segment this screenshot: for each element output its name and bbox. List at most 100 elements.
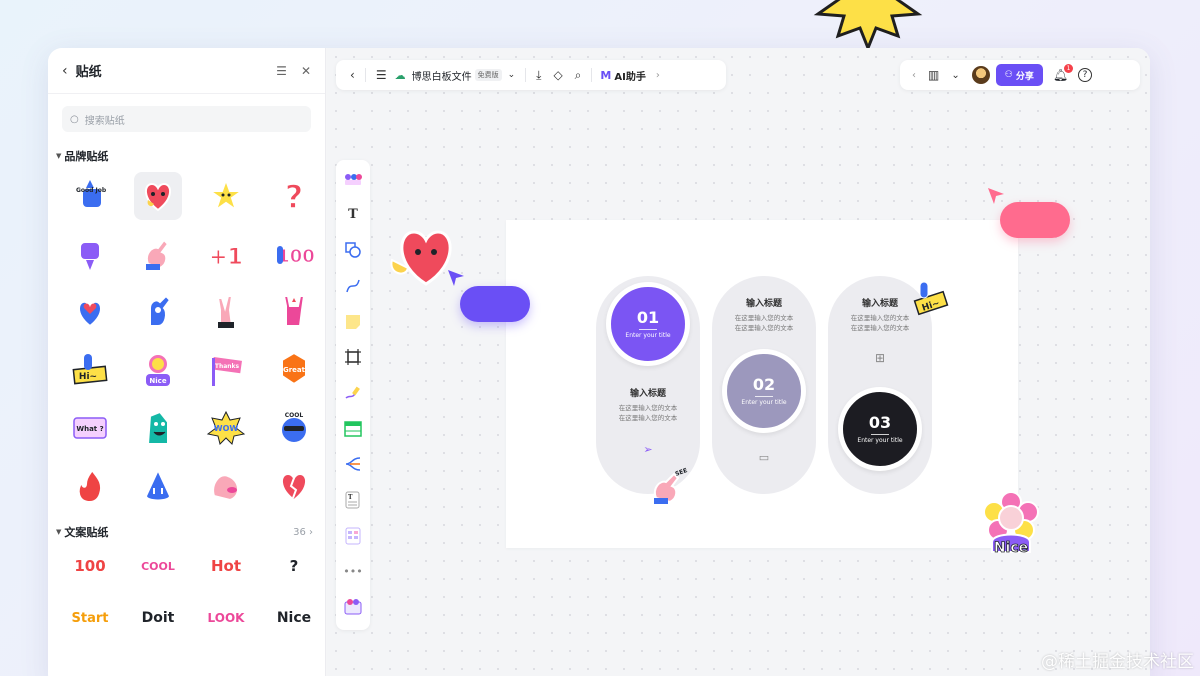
sticker-pig-comma[interactable] <box>202 462 250 510</box>
bell-icon[interactable]: 🔔︎ 1 <box>1053 64 1074 82</box>
comment-icon: ▭ <box>758 451 770 464</box>
nice-flower-sticker-on-canvas[interactable]: Nice <box>978 490 1044 562</box>
back-icon[interactable]: ‹ <box>344 68 361 82</box>
app-window: ‹ 贴纸 ☰ ✕ ○ 搜索贴纸 ▼ 品牌贴纸 Good Job ? +1 100… <box>48 48 1150 676</box>
download-icon[interactable]: ⤓ <box>530 68 547 83</box>
divider <box>639 329 657 330</box>
sticker-question[interactable]: ? <box>270 172 318 220</box>
text-sticker-look[interactable]: LOOK <box>202 598 250 638</box>
shape-tool-icon[interactable] <box>340 237 366 263</box>
sticker-rock-hand[interactable] <box>270 288 318 336</box>
step-number: 01 <box>636 308 660 327</box>
collaborator-cursor-pink <box>986 186 1006 206</box>
chevron-left-icon[interactable]: ‹ <box>906 70 922 81</box>
text-sticker-cool[interactable]: COOL <box>134 546 182 586</box>
doc-title[interactable]: 博思白板文件 <box>412 68 472 83</box>
add-user-icon: ⚇ <box>1004 70 1013 80</box>
sticker-monster[interactable] <box>134 404 182 452</box>
caret-down-icon: ▼ <box>56 528 62 536</box>
svg-text:What ?: What ? <box>76 425 103 433</box>
text-sticker-start[interactable]: Start <box>66 598 114 638</box>
avatar[interactable] <box>971 66 990 84</box>
hi-sticker-on-canvas[interactable]: Hi~ <box>912 280 950 318</box>
close-icon[interactable]: ✕ <box>301 64 311 78</box>
plan-badge: 免费版 <box>474 69 502 81</box>
brand-section-header[interactable]: ▼ 品牌贴纸 <box>48 148 325 164</box>
help-icon[interactable]: ? <box>1078 68 1093 82</box>
frame-tool-icon[interactable] <box>340 344 366 370</box>
document-tool-icon[interactable]: T <box>340 487 366 513</box>
sticker-peace-hand[interactable] <box>202 288 250 336</box>
text-sticker-nice[interactable]: Nice <box>270 598 318 638</box>
sticker-panel: ‹ 贴纸 ☰ ✕ ○ 搜索贴纸 ▼ 品牌贴纸 Good Job ? +1 100… <box>48 48 326 676</box>
search-input[interactable]: ○ 搜索贴纸 <box>62 106 311 132</box>
sticker-heart-face[interactable] <box>134 172 182 220</box>
presentation-icon[interactable]: ▥ <box>922 68 945 82</box>
sticker-what[interactable]: What ? <box>66 404 114 452</box>
sticker-100-hand[interactable]: 100 <box>270 230 318 278</box>
svg-text:Great: Great <box>283 366 306 374</box>
kanban-tool-icon[interactable] <box>340 523 366 549</box>
sticker-thumbs-down[interactable] <box>66 230 114 278</box>
sticker-heart-hand[interactable] <box>66 288 114 336</box>
menu-icon[interactable]: ☰ <box>370 68 393 82</box>
sticker-wow[interactable]: WOW <box>202 404 250 452</box>
sticker-drop[interactable] <box>134 462 182 510</box>
step-subtitle: Enter your title <box>741 399 787 406</box>
step-desc-line: 在这里输入您的文本 <box>734 314 794 322</box>
sticker-cool-face[interactable]: COOL <box>270 404 318 452</box>
notification-badge: 1 <box>1064 64 1074 73</box>
step-desc: 在这里输入您的文本 在这里输入您的文本 <box>851 313 910 333</box>
sticker-plus-one[interactable]: +1 <box>202 230 250 278</box>
see-hand-sticker-on-canvas[interactable]: SEE <box>646 466 688 506</box>
board-frame[interactable]: 01 Enter your title 输入标题 在这里输入您的文本 在这里输入… <box>506 220 1018 548</box>
ai-assistant-button[interactable]: M AI助手 <box>596 68 649 83</box>
step-number: 02 <box>752 375 776 394</box>
sticker-nice-flower[interactable]: Nice <box>134 346 182 394</box>
text-sticker-doit[interactable]: Doit <box>134 598 182 638</box>
templates-icon[interactable] <box>340 166 366 192</box>
step-card-2[interactable]: 输入标题 在这里输入您的文本 在这里输入您的文本 02 Enter your t… <box>712 276 816 494</box>
mindmap-tool-icon[interactable] <box>340 452 366 478</box>
step-desc-line: 在这里输入您的文本 <box>734 324 794 332</box>
connector-tool-icon[interactable] <box>340 273 366 299</box>
collapse-list-icon[interactable]: ☰ <box>276 64 287 78</box>
chevron-down-icon[interactable]: ⌄ <box>502 70 522 80</box>
step-title: 输入标题 <box>861 299 898 309</box>
sticker-great-badge[interactable]: Great <box>270 346 318 394</box>
sticker-hand-see[interactable] <box>134 230 182 278</box>
sticker-star[interactable] <box>202 172 250 220</box>
pen-tool-icon[interactable] <box>340 380 366 406</box>
double-chevron-down-icon[interactable]: ⌄ <box>945 70 965 81</box>
step-subtitle: Enter your title <box>857 437 903 444</box>
more-icon[interactable]: ••• <box>340 559 366 585</box>
step-desc-line: 在这里输入您的文本 <box>618 414 678 422</box>
text-sticker-question[interactable]: ? <box>270 546 318 586</box>
text-tool-icon[interactable]: T <box>340 202 366 228</box>
text-section-header[interactable]: ▼ 文案贴纸 36 › <box>48 524 325 540</box>
svg-text:Hi~: Hi~ <box>79 372 97 382</box>
step-subtitle: Enter your title <box>625 332 671 339</box>
sticker-hi[interactable]: Hi~ <box>66 346 114 394</box>
sticker-ok-hand[interactable] <box>134 288 182 336</box>
sticker-broken-heart[interactable] <box>270 462 318 510</box>
step-title: 输入标题 <box>745 299 782 309</box>
table-tool-icon[interactable] <box>340 416 366 442</box>
step-desc: 在这里输入您的文本 在这里输入您的文本 <box>619 403 678 423</box>
step-circle-1: 01 Enter your title <box>606 282 690 366</box>
text-section-count[interactable]: 36 › <box>293 527 313 538</box>
search-icon[interactable]: ⌕ <box>569 68 588 83</box>
sticker-good-job[interactable]: Good Job <box>66 172 114 220</box>
sticker-thanks-flag[interactable]: Thanks <box>202 346 250 394</box>
tag-icon[interactable]: ◇ <box>547 68 568 82</box>
text-sticker-100[interactable]: 100 <box>66 546 114 586</box>
step-card-1[interactable]: 01 Enter your title 输入标题 在这里输入您的文本 在这里输入… <box>596 276 700 494</box>
sticker-fire[interactable] <box>66 462 114 510</box>
back-chevron-icon[interactable]: ‹ <box>62 63 68 79</box>
share-button[interactable]: ⚇ 分享 <box>995 64 1043 86</box>
text-sticker-hot[interactable]: Hot <box>202 546 250 586</box>
sticky-note-icon[interactable] <box>340 309 366 335</box>
app-store-icon[interactable] <box>340 594 366 620</box>
chevron-right-icon[interactable]: › <box>650 70 666 81</box>
step-desc-line: 在这里输入您的文本 <box>850 314 910 322</box>
